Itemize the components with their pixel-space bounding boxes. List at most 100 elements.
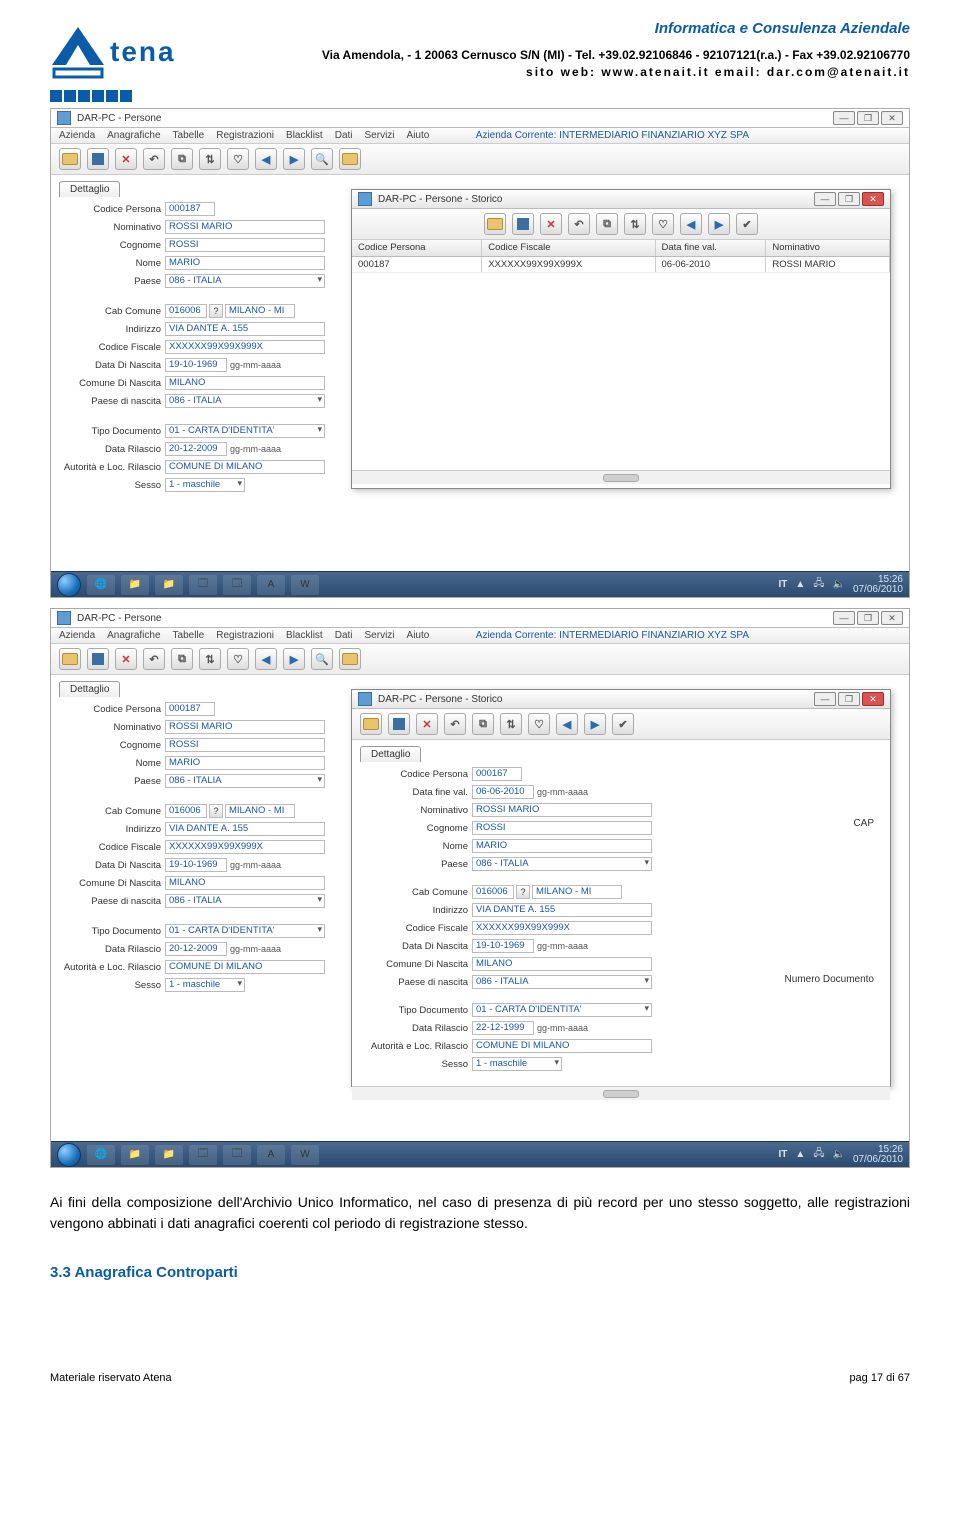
menu-tabelle[interactable]: Tabelle <box>173 130 205 141</box>
sort-icon[interactable]: ⇅ <box>624 213 646 235</box>
menu-registrazioni[interactable]: Registrazioni <box>216 130 274 141</box>
field-tipo-documento[interactable]: 01 - CARTA D'IDENTITA' <box>472 1003 652 1017</box>
menu-anagrafiche[interactable]: Anagrafiche <box>107 130 160 141</box>
menu-aiuto[interactable]: Aiuto <box>407 630 430 641</box>
field-data-rilascio[interactable]: 20-12-2009 <box>165 442 227 456</box>
save-icon[interactable] <box>512 213 534 235</box>
confirm-icon[interactable]: ✔ <box>612 713 634 735</box>
taskbar-item[interactable]: W <box>291 575 319 595</box>
field-cognome[interactable]: ROSSI <box>165 238 325 252</box>
undo-icon[interactable]: ↶ <box>444 713 466 735</box>
open-icon[interactable] <box>484 213 506 235</box>
cab-lookup-icon[interactable]: ? <box>516 885 530 899</box>
sort-icon[interactable]: ⇅ <box>199 648 221 670</box>
field-sesso[interactable]: 1 - maschile <box>165 978 245 992</box>
nav-next-icon[interactable]: ▶ <box>584 713 606 735</box>
tray-net-icon[interactable]: 🖧 <box>813 576 824 593</box>
taskbar-item[interactable]: 🗔 <box>223 1145 251 1165</box>
field-data-nascita[interactable]: 19-10-1969 <box>472 939 534 953</box>
field-paese-nascita[interactable]: 086 - ITALIA <box>165 894 325 908</box>
field-indirizzo[interactable]: VIA DANTE A. 155 <box>165 322 325 336</box>
delete-icon[interactable]: ✕ <box>115 148 137 170</box>
menu-azienda[interactable]: Azienda <box>59 130 95 141</box>
search-icon[interactable]: 🔍 <box>311 148 333 170</box>
fav-icon[interactable]: ♡ <box>227 648 249 670</box>
taskbar-item[interactable]: 🗔 <box>189 575 217 595</box>
close-button[interactable]: ✕ <box>862 692 884 706</box>
delete-icon[interactable]: ✕ <box>115 648 137 670</box>
tray-lang[interactable]: IT <box>779 1149 788 1160</box>
field-cognome[interactable]: ROSSI <box>472 821 652 835</box>
delete-icon[interactable]: ✕ <box>416 713 438 735</box>
fav-icon[interactable]: ♡ <box>227 148 249 170</box>
field-paese[interactable]: 086 - ITALIA <box>165 274 325 288</box>
close-button[interactable]: ✕ <box>881 611 903 625</box>
open-icon[interactable] <box>360 713 382 735</box>
tray-net-icon[interactable]: 🖧 <box>813 1146 824 1163</box>
delete-icon[interactable]: ✕ <box>540 213 562 235</box>
field-nome[interactable]: MARIO <box>165 256 325 270</box>
nav-next-icon[interactable]: ▶ <box>708 213 730 235</box>
field-nome[interactable]: MARIO <box>472 839 652 853</box>
menu-servizi[interactable]: Servizi <box>365 630 395 641</box>
start-button[interactable] <box>57 1143 81 1167</box>
nav-prev-icon[interactable]: ◀ <box>680 213 702 235</box>
tray-flag-icon[interactable]: ▲ <box>795 579 805 590</box>
field-paese[interactable]: 086 - ITALIA <box>472 857 652 871</box>
field-nominativo[interactable]: ROSSI MARIO <box>165 220 325 234</box>
col-data-fine-val[interactable]: Data fine val. <box>655 240 766 256</box>
field-codice-fiscale[interactable]: XXXXXX99X99X999X <box>472 921 652 935</box>
tab-dettaglio[interactable]: Dettaglio <box>360 746 421 762</box>
taskbar-item[interactable]: 🌐 <box>87 575 115 595</box>
taskbar-item[interactable]: 🌐 <box>87 1145 115 1165</box>
taskbar-item[interactable]: 🗔 <box>189 1145 217 1165</box>
field-data-fine-val[interactable]: 06-06-2010 <box>472 785 534 799</box>
field-data-rilascio[interactable]: 22-12-1999 <box>472 1021 534 1035</box>
copy-icon[interactable]: ⧉ <box>472 713 494 735</box>
field-paese-nascita[interactable]: 086 - ITALIA <box>165 394 325 408</box>
open-icon[interactable] <box>59 148 81 170</box>
restore-button[interactable]: ❐ <box>838 692 860 706</box>
sort-icon[interactable]: ⇅ <box>500 713 522 735</box>
col-codice-persona[interactable]: Codice Persona <box>352 240 482 256</box>
copy-icon[interactable]: ⧉ <box>596 213 618 235</box>
field-comune-nascita[interactable]: MILANO <box>472 957 652 971</box>
field-paese[interactable]: 086 - ITALIA <box>165 774 325 788</box>
menu-blacklist[interactable]: Blacklist <box>286 630 323 641</box>
field-codice-persona[interactable]: 000167 <box>472 767 522 781</box>
field-codice-persona[interactable]: 000187 <box>165 202 215 216</box>
minimise-button[interactable]: — <box>833 111 855 125</box>
taskbar-item[interactable]: 📁 <box>121 575 149 595</box>
nav-next-icon[interactable]: ▶ <box>283 648 305 670</box>
folder-icon[interactable] <box>339 648 361 670</box>
start-button[interactable] <box>57 573 81 597</box>
table-row[interactable]: 000187 XXXXXX99X99X999X 06-06-2010 ROSSI… <box>352 256 890 272</box>
search-icon[interactable]: 🔍 <box>311 648 333 670</box>
field-paese-nascita[interactable]: 086 - ITALIA <box>472 975 652 989</box>
field-data-nascita[interactable]: 19-10-1969 <box>165 358 227 372</box>
taskbar-item[interactable]: 📁 <box>121 1145 149 1165</box>
field-indirizzo[interactable]: VIA DANTE A. 155 <box>472 903 652 917</box>
field-autorita[interactable]: COMUNE DI MILANO <box>165 460 325 474</box>
close-button[interactable]: ✕ <box>881 111 903 125</box>
menu-registrazioni[interactable]: Registrazioni <box>216 630 274 641</box>
save-icon[interactable] <box>388 713 410 735</box>
menu-servizi[interactable]: Servizi <box>365 130 395 141</box>
field-codice-fiscale[interactable]: XXXXXX99X99X999X <box>165 840 325 854</box>
undo-icon[interactable]: ↶ <box>143 148 165 170</box>
nav-prev-icon[interactable]: ◀ <box>255 648 277 670</box>
field-sesso[interactable]: 1 - maschile <box>472 1057 562 1071</box>
field-data-nascita[interactable]: 19-10-1969 <box>165 858 227 872</box>
field-autorita[interactable]: COMUNE DI MILANO <box>165 960 325 974</box>
field-autorita[interactable]: COMUNE DI MILANO <box>472 1039 652 1053</box>
tray-lang[interactable]: IT <box>779 579 788 590</box>
field-cab-comune[interactable]: 016006 <box>472 885 514 899</box>
tray-clock[interactable]: 15:2607/06/2010 <box>853 1145 903 1165</box>
field-nominativo[interactable]: ROSSI MARIO <box>165 720 325 734</box>
copy-icon[interactable]: ⧉ <box>171 148 193 170</box>
taskbar-item[interactable]: 📁 <box>155 575 183 595</box>
field-indirizzo[interactable]: VIA DANTE A. 155 <box>165 822 325 836</box>
fav-icon[interactable]: ♡ <box>528 713 550 735</box>
field-cab-comune[interactable]: 016006 <box>165 304 207 318</box>
restore-button[interactable]: ❐ <box>838 192 860 206</box>
